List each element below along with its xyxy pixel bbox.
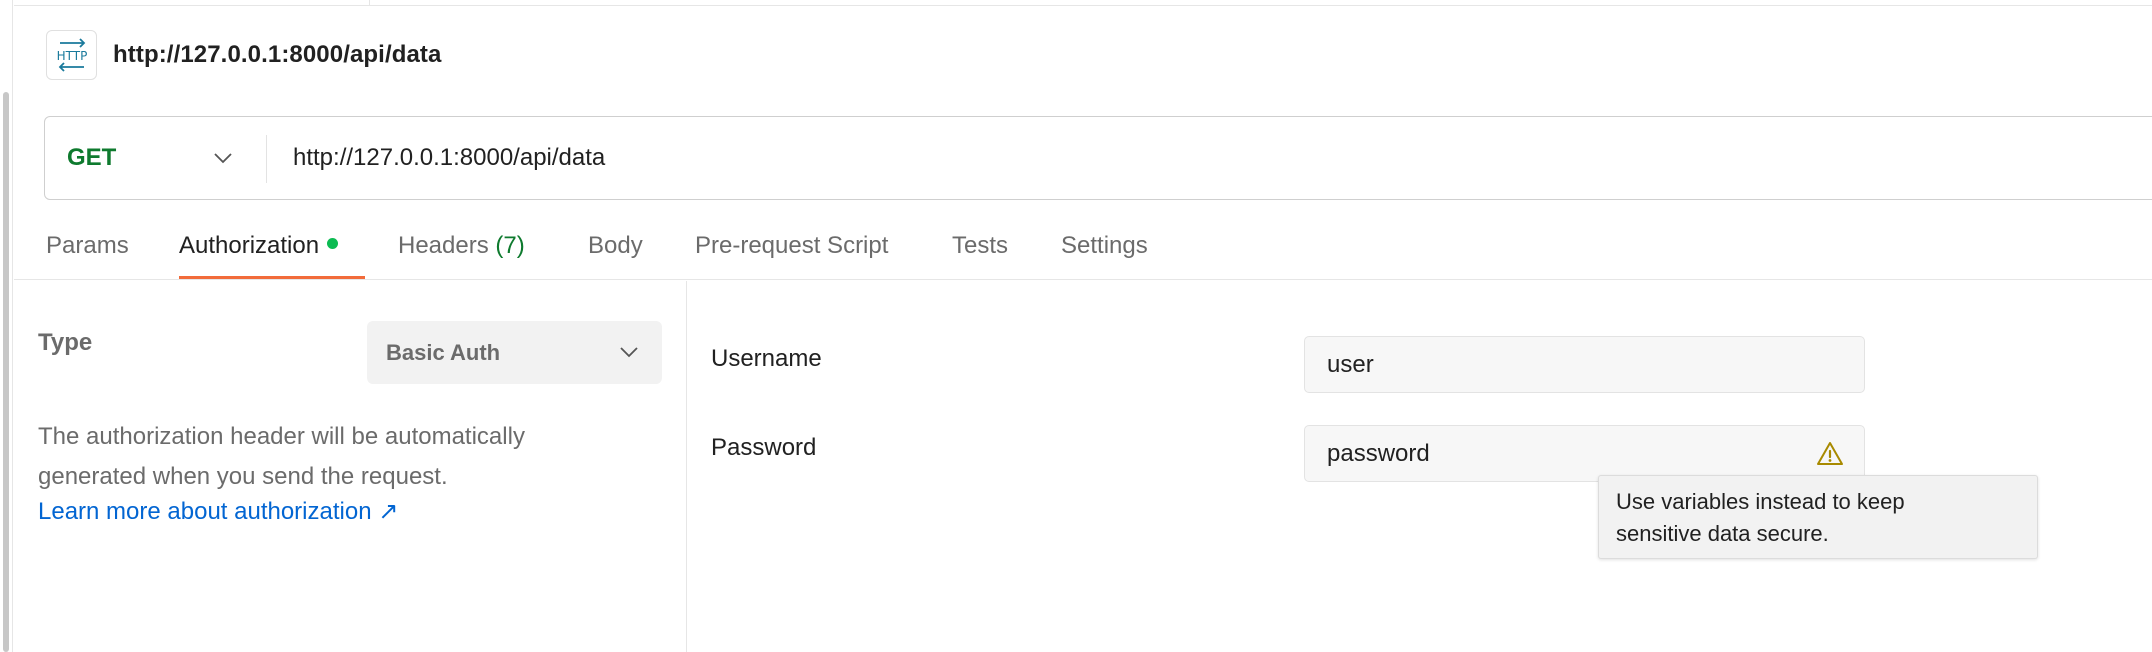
password-input[interactable]: password — [1304, 425, 1865, 482]
sidebar-scroll-thumb[interactable] — [3, 92, 9, 652]
tooltip-line: sensitive data secure. — [1616, 521, 1829, 546]
tab-authorization-label: Authorization — [179, 232, 320, 259]
sidebar-scroll-track[interactable] — [0, 0, 13, 652]
password-warning-tooltip: Use variables instead to keep sensitive … — [1598, 475, 2038, 559]
tab-tests[interactable]: Tests — [952, 232, 1008, 260]
auth-description-line: generated when you send the request. — [38, 463, 448, 490]
url-input[interactable]: http://127.0.0.1:8000/api/data — [293, 117, 2093, 199]
svg-text:HTTP: HTTP — [56, 49, 87, 63]
method-label: GET — [67, 144, 117, 171]
request-header: HTTP http://127.0.0.1:8000/api/data — [46, 30, 441, 80]
tab-authorization[interactable]: Authorization — [179, 232, 339, 260]
tab-pre-request-script[interactable]: Pre-request Script — [695, 232, 888, 260]
tooltip-line: Use variables instead to keep — [1616, 489, 1905, 514]
tab-params[interactable]: Params — [46, 232, 129, 260]
method-divider — [266, 135, 267, 183]
auth-type-panel: Type Basic Auth The authorization header… — [14, 281, 687, 652]
tab-settings[interactable]: Settings — [1061, 232, 1148, 260]
http-icon: HTTP — [46, 30, 97, 80]
password-label: Password — [711, 434, 817, 461]
username-label: Username — [711, 345, 822, 372]
active-tab-underline — [179, 276, 365, 279]
auth-type-select[interactable]: Basic Auth — [367, 321, 662, 384]
headers-count: (7) — [495, 232, 525, 259]
request-editor: HTTP http://127.0.0.1:8000/api/data GET … — [0, 0, 2152, 652]
url-bar: GET http://127.0.0.1:8000/api/data — [44, 116, 2152, 200]
request-title[interactable]: http://127.0.0.1:8000/api/data — [113, 41, 441, 69]
auth-description: The authorization header will be automat… — [38, 417, 638, 497]
tab-strip-divider — [354, 0, 370, 6]
chevron-down-icon — [214, 152, 232, 163]
auth-description-line: The authorization header will be automat… — [38, 423, 525, 450]
chevron-down-icon — [620, 347, 638, 358]
username-input[interactable]: user — [1304, 336, 1865, 393]
password-value: password — [1327, 439, 1430, 467]
method-select[interactable]: GET — [45, 117, 266, 199]
tab-headers[interactable]: Headers (7) — [398, 232, 525, 260]
learn-more-link[interactable]: Learn more about authorization ↗ — [38, 497, 398, 526]
tab-strip-edge — [14, 0, 2152, 6]
auth-type-label: Type — [38, 329, 93, 356]
request-tabs: Params Authorization Headers (7) Body Pr… — [14, 222, 2152, 280]
auth-type-value: Basic Auth — [386, 339, 501, 365]
tab-headers-label: Headers — [398, 232, 489, 259]
tab-body[interactable]: Body — [588, 232, 643, 260]
warning-icon[interactable] — [1816, 440, 1844, 468]
active-indicator-dot — [327, 238, 339, 249]
